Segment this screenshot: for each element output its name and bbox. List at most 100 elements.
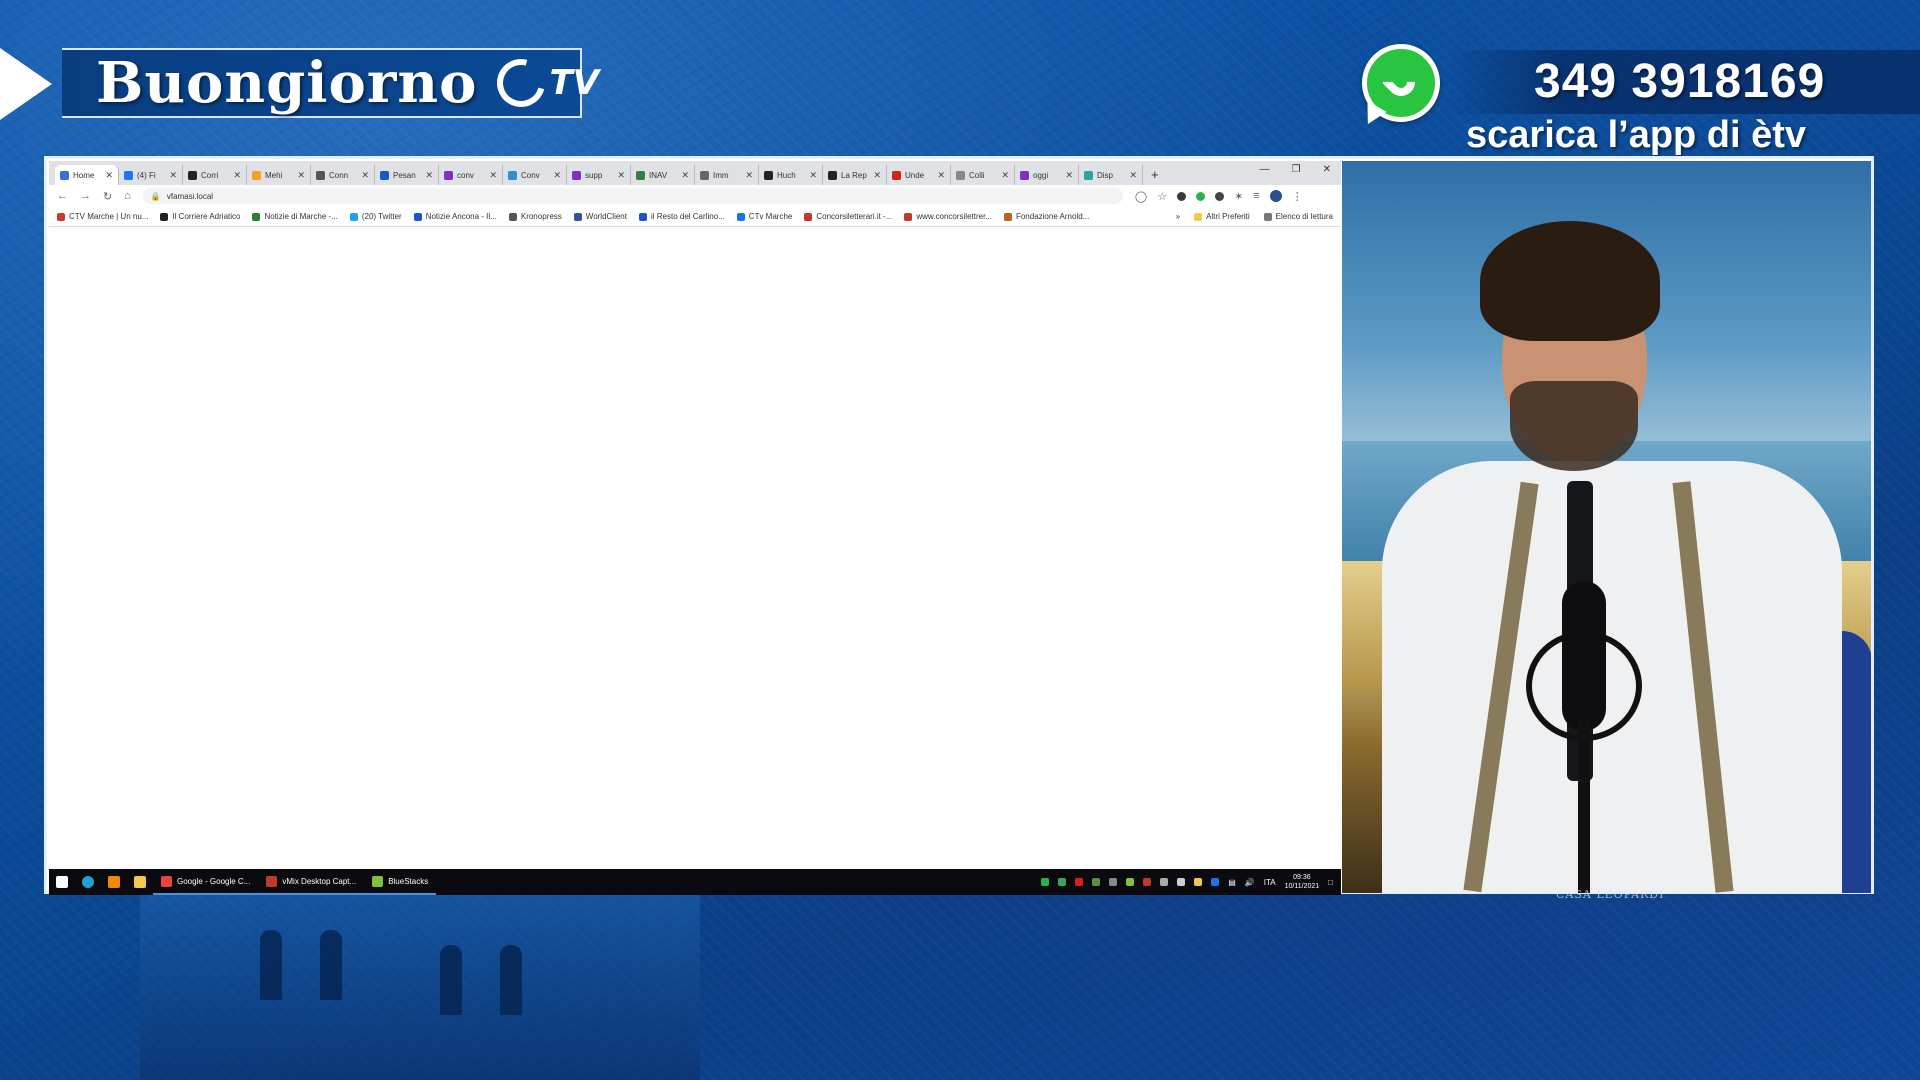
browser-tab[interactable]: La Rep ✕ bbox=[823, 165, 887, 185]
browser-tab[interactable]: (4) Fi ✕ bbox=[119, 165, 183, 185]
edge-icon[interactable] bbox=[75, 869, 101, 895]
tray-icon[interactable] bbox=[1041, 878, 1050, 886]
tab-favicon bbox=[700, 170, 709, 180]
tray-icon[interactable] bbox=[1143, 878, 1152, 886]
browser-tab[interactable]: Disp ✕ bbox=[1079, 165, 1143, 185]
phone-number: 349 3918169 bbox=[1534, 55, 1826, 108]
extension-icon[interactable] bbox=[1177, 191, 1187, 201]
browser-tab[interactable]: Pesan ✕ bbox=[375, 165, 439, 185]
tab-favicon bbox=[764, 170, 773, 180]
tab-close-icon[interactable]: ✕ bbox=[937, 170, 945, 181]
puzzle-icon[interactable]: ✶ bbox=[1234, 190, 1243, 203]
browser-tab[interactable]: supp ✕ bbox=[567, 165, 631, 185]
back-icon[interactable]: ← bbox=[57, 190, 68, 202]
tab-close-icon[interactable]: ✕ bbox=[553, 170, 561, 181]
tab-close-icon[interactable]: ✕ bbox=[745, 170, 753, 181]
minimize-icon[interactable]: — bbox=[1260, 164, 1270, 175]
bookmarks-more[interactable]: » bbox=[1176, 212, 1180, 221]
tray-icon[interactable] bbox=[1092, 878, 1101, 886]
tray-icon[interactable] bbox=[1160, 878, 1169, 886]
tab-close-icon[interactable]: ✕ bbox=[1001, 170, 1009, 181]
tab-close-icon[interactable]: ✕ bbox=[105, 170, 113, 181]
restore-icon[interactable]: ❐ bbox=[1292, 164, 1301, 175]
tab-close-icon[interactable]: ✕ bbox=[681, 170, 689, 181]
bookmark-item[interactable]: Il Corriere Adriatico bbox=[160, 212, 240, 221]
vlc-icon[interactable] bbox=[101, 869, 127, 895]
bookmark-item[interactable]: Concorsiletterari.it -... bbox=[804, 212, 892, 221]
tray-icon[interactable] bbox=[1177, 878, 1186, 886]
tab-close-icon[interactable]: ✕ bbox=[233, 170, 241, 181]
browser-tab[interactable]: Mehi ✕ bbox=[247, 165, 311, 185]
tray-icon[interactable] bbox=[1194, 878, 1203, 886]
extension-icon[interactable] bbox=[1215, 191, 1225, 201]
browser-tab[interactable]: Home ✕ bbox=[55, 165, 119, 185]
tab-close-icon[interactable]: ✕ bbox=[873, 170, 881, 181]
bookmark-item[interactable]: CTv Marche bbox=[736, 212, 792, 221]
tray-icon[interactable] bbox=[1126, 878, 1135, 886]
bookmark-item[interactable]: www.concorsilettrer... bbox=[904, 212, 992, 221]
browser-tab[interactable]: Imm ✕ bbox=[695, 165, 759, 185]
tab-close-icon[interactable]: ✕ bbox=[809, 170, 817, 181]
tab-close-icon[interactable]: ✕ bbox=[489, 170, 497, 181]
bookmark-item[interactable]: il Resto del Carlino... bbox=[638, 212, 725, 221]
tab-close-icon[interactable]: ✕ bbox=[297, 170, 305, 181]
tray-icon[interactable] bbox=[1211, 878, 1220, 886]
file-explorer-icon[interactable] bbox=[127, 869, 153, 895]
taskbar-app[interactable]: vMix Desktop Capt... bbox=[258, 869, 365, 895]
other-favorites[interactable]: Altri Preferiti bbox=[1194, 212, 1250, 221]
tray-icon[interactable] bbox=[1109, 878, 1118, 886]
reading-list[interactable]: Elenco di lettura bbox=[1263, 212, 1333, 221]
tab-close-icon[interactable]: ✕ bbox=[1129, 170, 1137, 181]
language-indicator[interactable]: ITA bbox=[1264, 878, 1276, 887]
taskbar-app[interactable]: BlueStacks bbox=[364, 869, 437, 895]
star-icon[interactable]: ☆ bbox=[1157, 190, 1167, 203]
bookmark-item[interactable]: Notizie Ancona - Il... bbox=[413, 212, 497, 221]
play-arrow-icon bbox=[0, 48, 52, 120]
network-icon[interactable]: ▤ bbox=[1228, 878, 1236, 887]
notification-icon[interactable]: □ bbox=[1328, 878, 1333, 887]
tab-favicon bbox=[316, 170, 325, 180]
browser-tab[interactable]: Corri ✕ bbox=[183, 165, 247, 185]
reading-list-icon[interactable]: ≡ bbox=[1253, 190, 1259, 202]
bookmark-item[interactable]: (20) Twitter bbox=[349, 212, 402, 221]
browser-tab[interactable]: Conn ✕ bbox=[311, 165, 375, 185]
close-window-icon[interactable]: ✕ bbox=[1323, 164, 1331, 175]
bookmark-item[interactable]: Notizie di Marche -... bbox=[252, 212, 338, 221]
profile-avatar[interactable] bbox=[1269, 190, 1282, 202]
clock[interactable]: 09:36 10/11/2021 bbox=[1285, 873, 1320, 891]
browser-tab[interactable]: Unde ✕ bbox=[887, 165, 951, 185]
browser-tab[interactable]: conv ✕ bbox=[439, 165, 503, 185]
bookmark-item[interactable]: Kronopress bbox=[508, 212, 562, 221]
volume-icon[interactable]: 🔊 bbox=[1245, 878, 1255, 887]
browser-tab[interactable]: Huch ✕ bbox=[759, 165, 823, 185]
taskbar-app[interactable]: Google - Google C... bbox=[153, 869, 259, 895]
start-icon[interactable] bbox=[49, 869, 75, 895]
clock-time: 09:36 bbox=[1293, 874, 1311, 881]
tab-close-icon[interactable]: ✕ bbox=[169, 170, 177, 181]
bookmark-item[interactable]: Fondazione Arnold... bbox=[1003, 212, 1089, 221]
taskbar-app-label: Google - Google C... bbox=[177, 876, 251, 886]
browser-page-content[interactable] bbox=[49, 227, 1341, 853]
tab-close-icon[interactable]: ✕ bbox=[425, 170, 433, 181]
bookmark-item[interactable]: WorldClient bbox=[573, 212, 627, 221]
reload-icon[interactable]: ↻ bbox=[103, 190, 112, 203]
etv-swirl-icon bbox=[488, 50, 555, 116]
browser-tab[interactable]: Conv ✕ bbox=[503, 165, 567, 185]
bookmark-item[interactable]: CTV Marche | Un nu... bbox=[57, 212, 148, 221]
browser-tab[interactable]: INAV ✕ bbox=[631, 165, 695, 185]
tray-icon[interactable] bbox=[1075, 878, 1084, 886]
address-bar[interactable]: 🔒 vfamasi.local bbox=[142, 188, 1123, 204]
forward-icon[interactable]: → bbox=[80, 190, 91, 202]
browser-tab[interactable]: Colli ✕ bbox=[951, 165, 1015, 185]
new-tab-button[interactable]: + bbox=[1151, 165, 1159, 185]
tab-close-icon[interactable]: ✕ bbox=[617, 170, 625, 181]
menu-icon[interactable]: ⋮ bbox=[1292, 190, 1303, 203]
tab-close-icon[interactable]: ✕ bbox=[361, 170, 369, 181]
reading-list-icon bbox=[1263, 212, 1272, 221]
share-icon[interactable]: ◯ bbox=[1135, 190, 1147, 203]
tray-icon[interactable] bbox=[1058, 878, 1067, 886]
browser-tab[interactable]: oggi ✕ bbox=[1015, 165, 1079, 185]
tab-close-icon[interactable]: ✕ bbox=[1065, 170, 1073, 181]
extension-icon[interactable] bbox=[1196, 191, 1206, 201]
home-icon[interactable]: ⌂ bbox=[124, 190, 131, 202]
